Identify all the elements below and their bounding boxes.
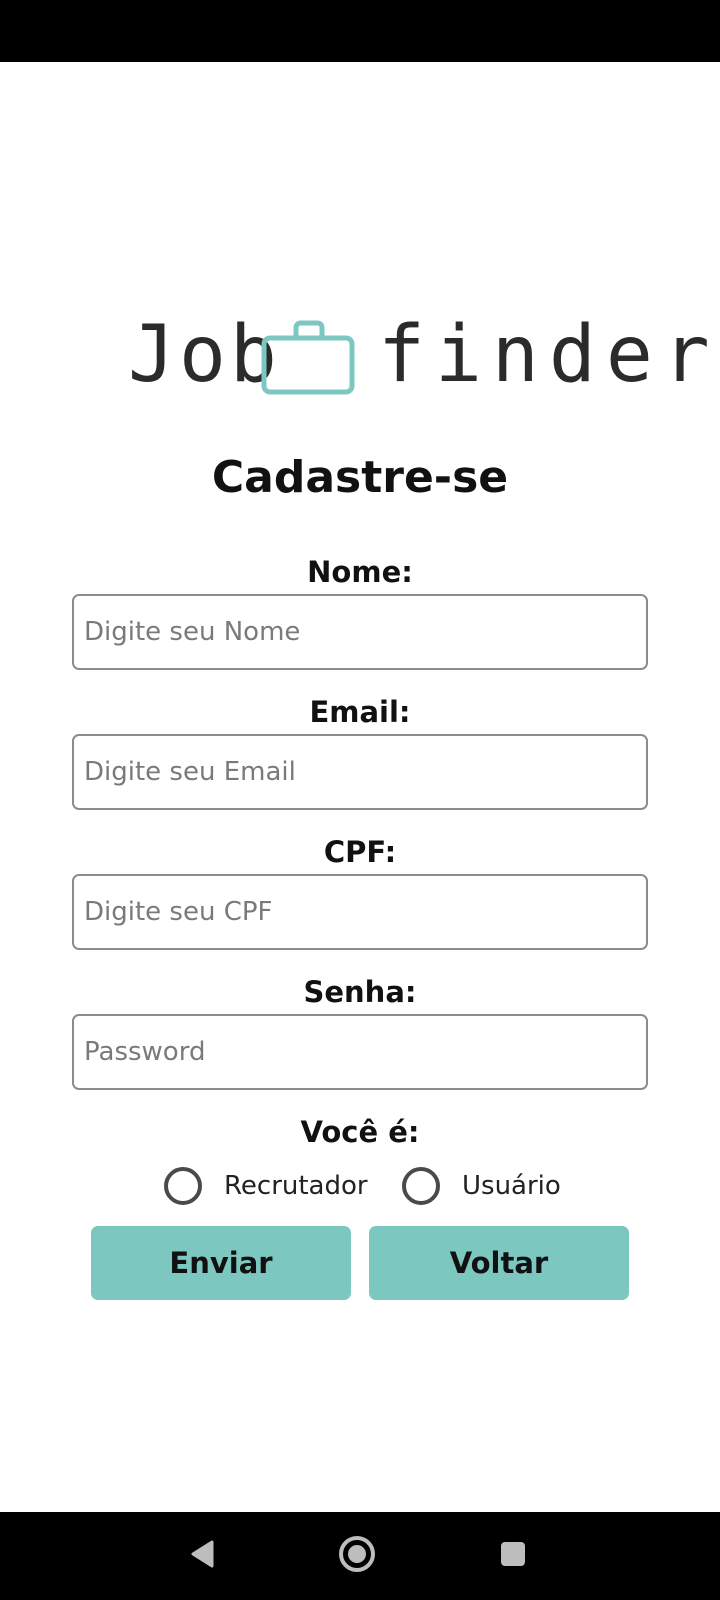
radio-button-usuario[interactable] — [402, 1167, 440, 1205]
back-button[interactable]: Voltar — [369, 1226, 629, 1300]
nav-recents-button[interactable] — [473, 1512, 553, 1600]
submit-button[interactable]: Enviar — [91, 1226, 351, 1300]
page-title: Cadastre-se — [211, 452, 509, 503]
user-type-radio-group: Recrutador Usuário — [0, 1160, 720, 1212]
name-label: Nome: — [307, 555, 413, 589]
app-logo: Job finder — [0, 312, 720, 398]
nav-home-button[interactable] — [317, 1512, 397, 1600]
back-triangle-icon — [188, 1539, 216, 1573]
name-input[interactable] — [72, 594, 648, 670]
radio-button-recrutador[interactable] — [164, 1167, 202, 1205]
system-navigation-bar — [0, 1512, 720, 1600]
password-input[interactable] — [72, 1014, 648, 1090]
logo-text-finder: finder — [378, 310, 720, 400]
radio-option-usuario[interactable]: Usuário — [402, 1160, 561, 1212]
cpf-input[interactable] — [72, 874, 648, 950]
recents-square-icon — [499, 1540, 527, 1572]
home-circle-icon — [337, 1534, 377, 1578]
status-bar — [0, 0, 720, 62]
user-type-label: Você é: — [300, 1115, 420, 1149]
logo-text-job: Job — [128, 310, 281, 400]
nav-back-button[interactable] — [162, 1512, 242, 1600]
email-label: Email: — [309, 695, 411, 729]
password-label: Senha: — [303, 975, 417, 1009]
briefcase-icon — [260, 318, 356, 398]
radio-option-recrutador[interactable]: Recrutador — [164, 1160, 368, 1212]
radio-label-usuario: Usuário — [462, 1171, 561, 1201]
cpf-label: CPF: — [323, 835, 397, 869]
radio-label-recrutador: Recrutador — [224, 1171, 368, 1201]
email-input[interactable] — [72, 734, 648, 810]
